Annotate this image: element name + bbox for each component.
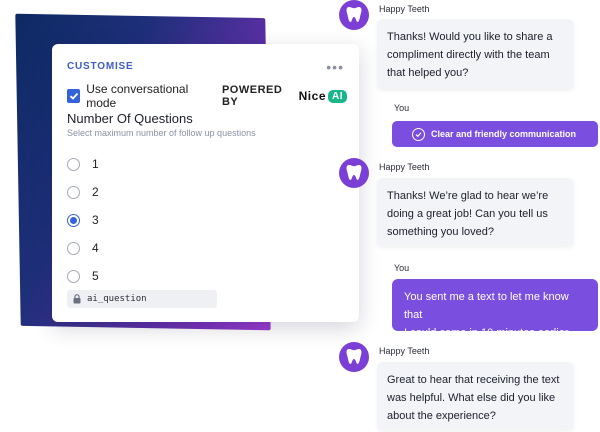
variable-name: ai_question xyxy=(87,294,147,304)
bot-message-3: Great to hear that receiving the text wa… xyxy=(377,362,574,430)
message-line: compliment directly with the team xyxy=(387,49,550,61)
message-line: Thanks! Would you like to share a xyxy=(387,31,553,43)
message-line: about the experience? xyxy=(387,410,496,422)
conversational-mode-label: Use conversational mode xyxy=(86,82,189,110)
tooth-avatar xyxy=(339,342,369,372)
question-count-options: 1 2 3 4 5 xyxy=(67,150,99,290)
more-horizontal-icon[interactable]: ••• xyxy=(326,60,344,74)
option-label: 3 xyxy=(92,213,99,227)
user-message: You sent me a text to let me know that I… xyxy=(392,279,598,339)
brand-ai-badge: AI xyxy=(328,89,347,103)
option-label: 4 xyxy=(92,241,99,255)
check-circle-icon xyxy=(412,127,425,141)
powered-by: POWERED BY Nice AI xyxy=(222,84,347,108)
tooth-icon xyxy=(346,349,362,364)
option-1[interactable]: 1 xyxy=(67,150,99,178)
message-line: something you loved? xyxy=(387,226,495,238)
tooth-avatar xyxy=(339,0,369,30)
option-2[interactable]: 2 xyxy=(67,178,99,206)
option-label: 1 xyxy=(92,157,99,171)
section-label: CUSTOMISE xyxy=(67,61,134,72)
message-line: doing a great job! Can you tell us xyxy=(387,208,548,220)
bot-name: Happy Teeth xyxy=(379,162,430,172)
variable-chip[interactable]: ai_question xyxy=(67,290,217,308)
customise-panel: CUSTOMISE ••• Use conversational mode PO… xyxy=(52,44,359,322)
bot-message-2: Thanks! We’re glad to hear we’re doing a… xyxy=(377,178,574,246)
radio-1[interactable] xyxy=(67,157,80,171)
tooth-icon xyxy=(346,165,362,180)
option-label: 5 xyxy=(92,269,99,283)
message-line: You sent me a text to let me know that xyxy=(404,291,569,321)
selected-choice-pill[interactable]: Clear and friendly communication xyxy=(392,121,598,147)
user-name: You xyxy=(394,263,410,273)
message-line: was helpful. What else did you like xyxy=(387,392,556,404)
option-4[interactable]: 4 xyxy=(67,234,99,262)
conversational-mode-checkbox[interactable] xyxy=(67,89,81,103)
radio-5[interactable] xyxy=(67,269,80,283)
bot-name: Happy Teeth xyxy=(379,346,430,356)
user-name: You xyxy=(394,103,410,113)
tooth-icon xyxy=(346,7,362,22)
bot-message-1: Thanks! Would you like to share a compli… xyxy=(377,19,574,89)
choice-text: Clear and friendly communication xyxy=(431,129,577,139)
lock-icon xyxy=(73,294,81,304)
option-5[interactable]: 5 xyxy=(67,262,99,290)
radio-3-selected[interactable] xyxy=(67,213,80,227)
message-line: that helped you? xyxy=(387,67,469,79)
message-line: Great to hear that receiving the text xyxy=(387,374,560,386)
brand-logo-text: Nice xyxy=(298,89,326,103)
powered-by-text: POWERED BY xyxy=(221,84,283,108)
message-line: I could come in 10 minutes earlier. xyxy=(404,327,571,339)
option-3[interactable]: 3 xyxy=(67,206,99,234)
radio-2[interactable] xyxy=(67,185,80,199)
message-line: Thanks! We’re glad to hear we’re xyxy=(387,190,549,202)
bot-name: Happy Teeth xyxy=(379,4,430,14)
radio-4[interactable] xyxy=(67,241,80,255)
option-label: 2 xyxy=(92,185,99,199)
tooth-avatar xyxy=(339,158,369,188)
question-subtitle: Select maximum number of follow up quest… xyxy=(67,128,256,138)
question-title: Number Of Questions xyxy=(67,111,193,126)
